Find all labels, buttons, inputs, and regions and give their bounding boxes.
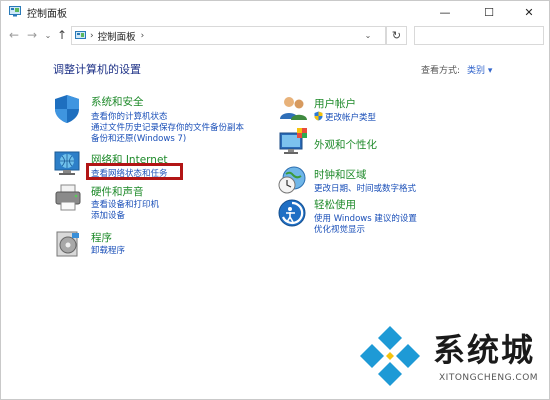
refresh-button[interactable]: ↻ <box>386 26 407 45</box>
link-uninstall-program[interactable]: 卸载程序 <box>91 244 125 256</box>
page-title: 调整计算机的设置 <box>53 63 141 76</box>
user-accounts-icon[interactable] <box>278 94 308 122</box>
printer-icon[interactable] <box>53 183 83 213</box>
search-input[interactable] <box>414 26 544 45</box>
category-user-accounts[interactable]: 用户帐户 <box>314 96 356 111</box>
breadcrumb-separator: › <box>90 30 94 41</box>
link-change-account-type[interactable]: 更改帐户类型 <box>325 111 376 123</box>
navigation-bar: ← → ⌄ ↑ › 控制面板 › ⌄ ↻ <box>1 23 549 47</box>
network-globe-icon[interactable] <box>51 150 83 180</box>
link-optimize-visual-display[interactable]: 优化视觉显示 <box>314 223 365 235</box>
watermark-title: 系统城 <box>433 331 536 369</box>
address-dropdown-button[interactable]: ⌄ <box>361 26 375 45</box>
control-panel-icon <box>9 6 21 17</box>
control-panel-window: 控制面板 — ☐ ✕ ← → ⌄ ↑ › 控制面板 › ⌄ ↻ 调整计算机的设置… <box>0 0 550 400</box>
shield-icon[interactable] <box>53 94 81 124</box>
title-bar: 控制面板 — ☐ ✕ <box>1 1 549 23</box>
link-add-device[interactable]: 添加设备 <box>91 209 125 221</box>
link-change-date-time-format[interactable]: 更改日期、时间或数字格式 <box>314 182 416 194</box>
link-backup-restore[interactable]: 备份和还原(Windows 7) <box>91 132 186 144</box>
recent-locations-button[interactable]: ⌄ <box>43 26 53 44</box>
control-panel-icon <box>75 30 86 39</box>
view-by-label: 查看方式: <box>421 66 461 76</box>
category-system-security[interactable]: 系统和安全 <box>91 94 144 109</box>
watermark-subtitle: XITONGCHENG.COM <box>439 373 539 383</box>
back-button[interactable]: ← <box>7 26 21 44</box>
xitongcheng-logo-icon <box>360 326 420 386</box>
ease-of-access-icon[interactable] <box>278 199 306 227</box>
minimize-button[interactable]: — <box>425 1 465 23</box>
uac-shield-icon <box>314 111 323 121</box>
view-by-dropdown[interactable]: 类别 ▾ <box>467 63 492 76</box>
address-bar[interactable]: › 控制面板 › <box>71 26 386 45</box>
category-clock-region[interactable]: 时钟和区域 <box>314 167 367 182</box>
up-button[interactable]: ↑ <box>56 26 68 44</box>
forward-button[interactable]: → <box>25 26 39 44</box>
close-button[interactable]: ✕ <box>509 1 549 23</box>
breadcrumb-separator: › <box>140 30 145 41</box>
category-programs[interactable]: 程序 <box>91 230 112 245</box>
clock-globe-icon[interactable] <box>277 165 307 195</box>
maximize-button[interactable]: ☐ <box>469 1 509 23</box>
category-hardware-sound[interactable]: 硬件和声音 <box>91 184 144 199</box>
category-appearance-personalization[interactable]: 外观和个性化 <box>314 137 377 152</box>
window-title: 控制面板 <box>27 9 67 20</box>
programs-icon[interactable] <box>54 229 82 259</box>
category-ease-of-access[interactable]: 轻松使用 <box>314 197 356 212</box>
appearance-monitor-icon[interactable] <box>277 127 309 159</box>
highlight-box <box>86 163 183 180</box>
breadcrumb-control-panel[interactable]: 控制面板 <box>98 29 136 43</box>
